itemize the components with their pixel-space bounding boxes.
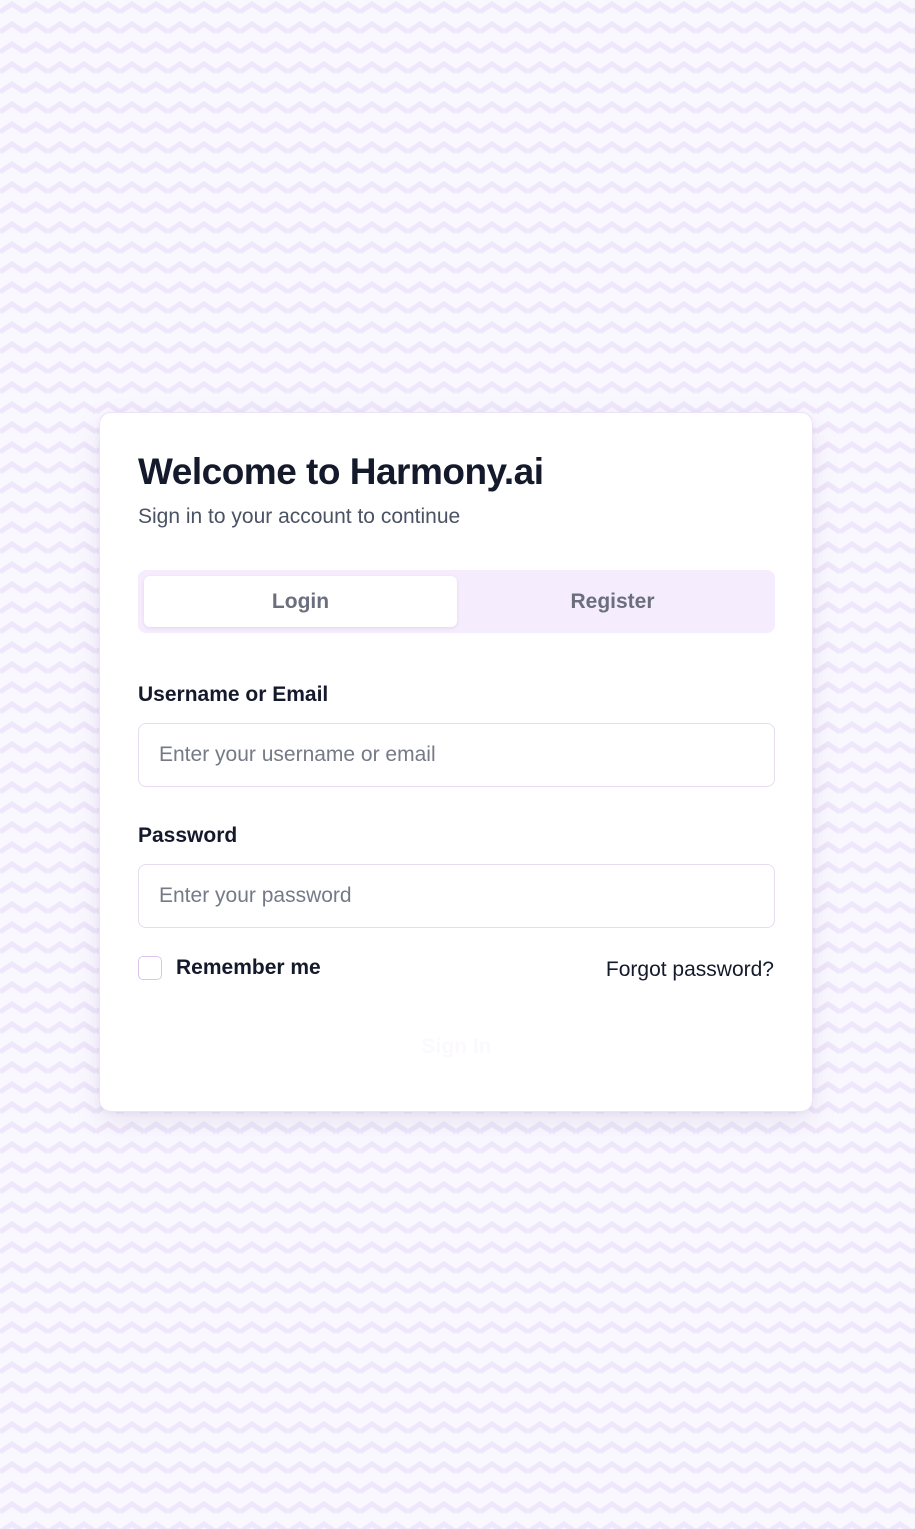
forgot-password-link[interactable]: Forgot password? — [606, 956, 774, 984]
sign-in-button[interactable]: Sign In — [138, 1018, 775, 1076]
password-input[interactable] — [138, 864, 775, 928]
page-title: Welcome to Harmony.ai — [138, 451, 544, 492]
auth-tabs: Login Register — [138, 570, 775, 633]
page-subtitle: Sign in to your account to continue — [138, 505, 461, 528]
remember-me[interactable]: Remember me — [138, 956, 321, 980]
tab-register[interactable]: Register — [456, 576, 769, 627]
remember-label: Remember me — [176, 956, 321, 979]
username-input[interactable] — [138, 723, 775, 787]
username-label: Username or Email — [138, 683, 329, 706]
password-label: Password — [138, 824, 238, 847]
login-card: Welcome to Harmony.ai Sign in to your ac… — [99, 412, 813, 1112]
tab-login[interactable]: Login — [144, 576, 457, 627]
remember-checkbox[interactable] — [138, 956, 162, 980]
